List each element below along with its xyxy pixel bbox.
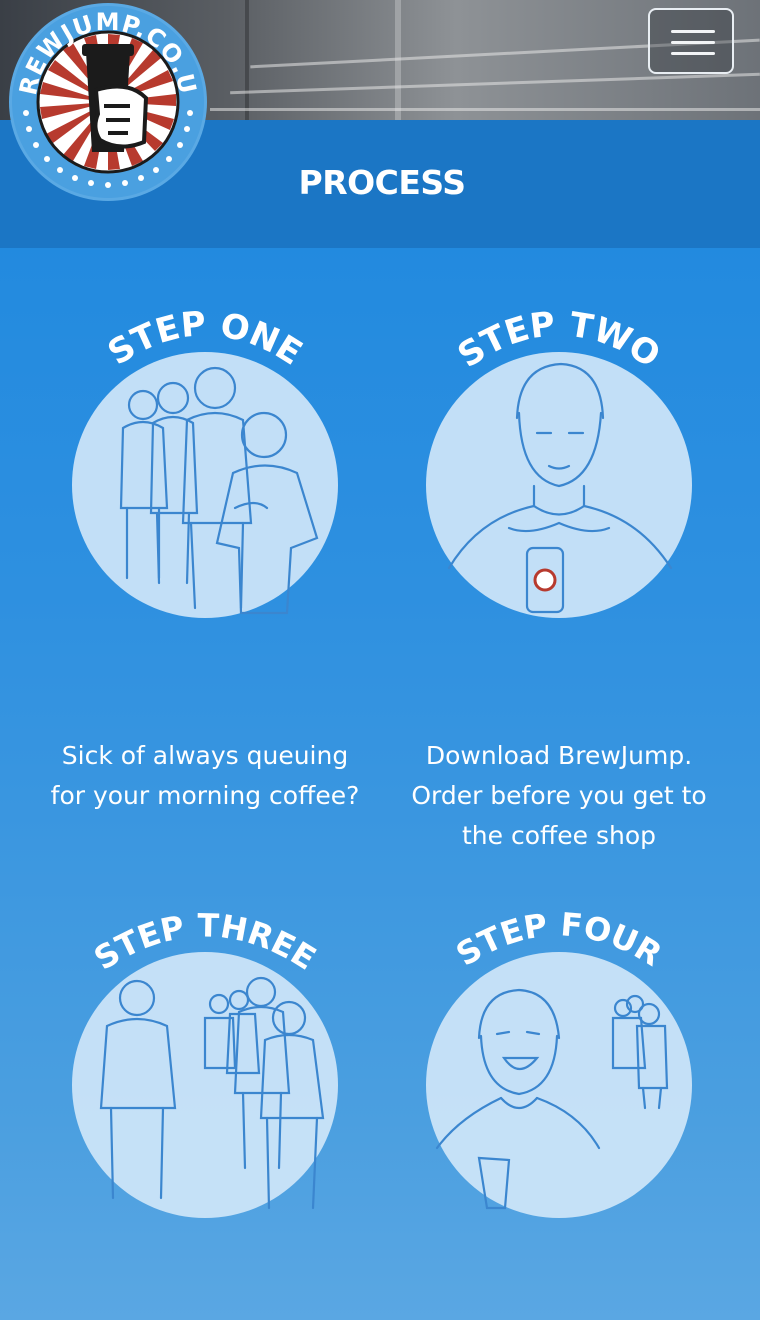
step-three-card: STEP THREE <box>55 908 355 1218</box>
step-four-card: STEP FOUR <box>409 908 709 1218</box>
brewjump-logo[interactable]: BREWJUMP.CO.UK <box>8 2 208 202</box>
hero-rail <box>210 108 760 111</box>
hero-pole <box>245 0 249 120</box>
menu-icon-bar <box>671 52 715 55</box>
app-logo-icon <box>533 568 557 592</box>
step-two-illustration: STEP TWO <box>426 308 692 618</box>
step-two-card: STEP TWO <box>409 308 709 618</box>
step-three-illustration: STEP THREE <box>72 908 338 1218</box>
step-one-illustration: STEP ONE <box>72 308 338 618</box>
menu-icon <box>671 30 715 33</box>
menu-toggle-button[interactable] <box>648 8 734 74</box>
step-one-card: STEP ONE <box>55 308 355 618</box>
step-one-caption: Sick of always queuing for your morning … <box>50 741 360 810</box>
menu-icon-bar <box>671 41 715 44</box>
step-four-illustration: STEP FOUR <box>426 908 692 1218</box>
hero-rail <box>230 72 760 95</box>
step-two-caption: Download BrewJump. Order before you get … <box>411 741 707 850</box>
